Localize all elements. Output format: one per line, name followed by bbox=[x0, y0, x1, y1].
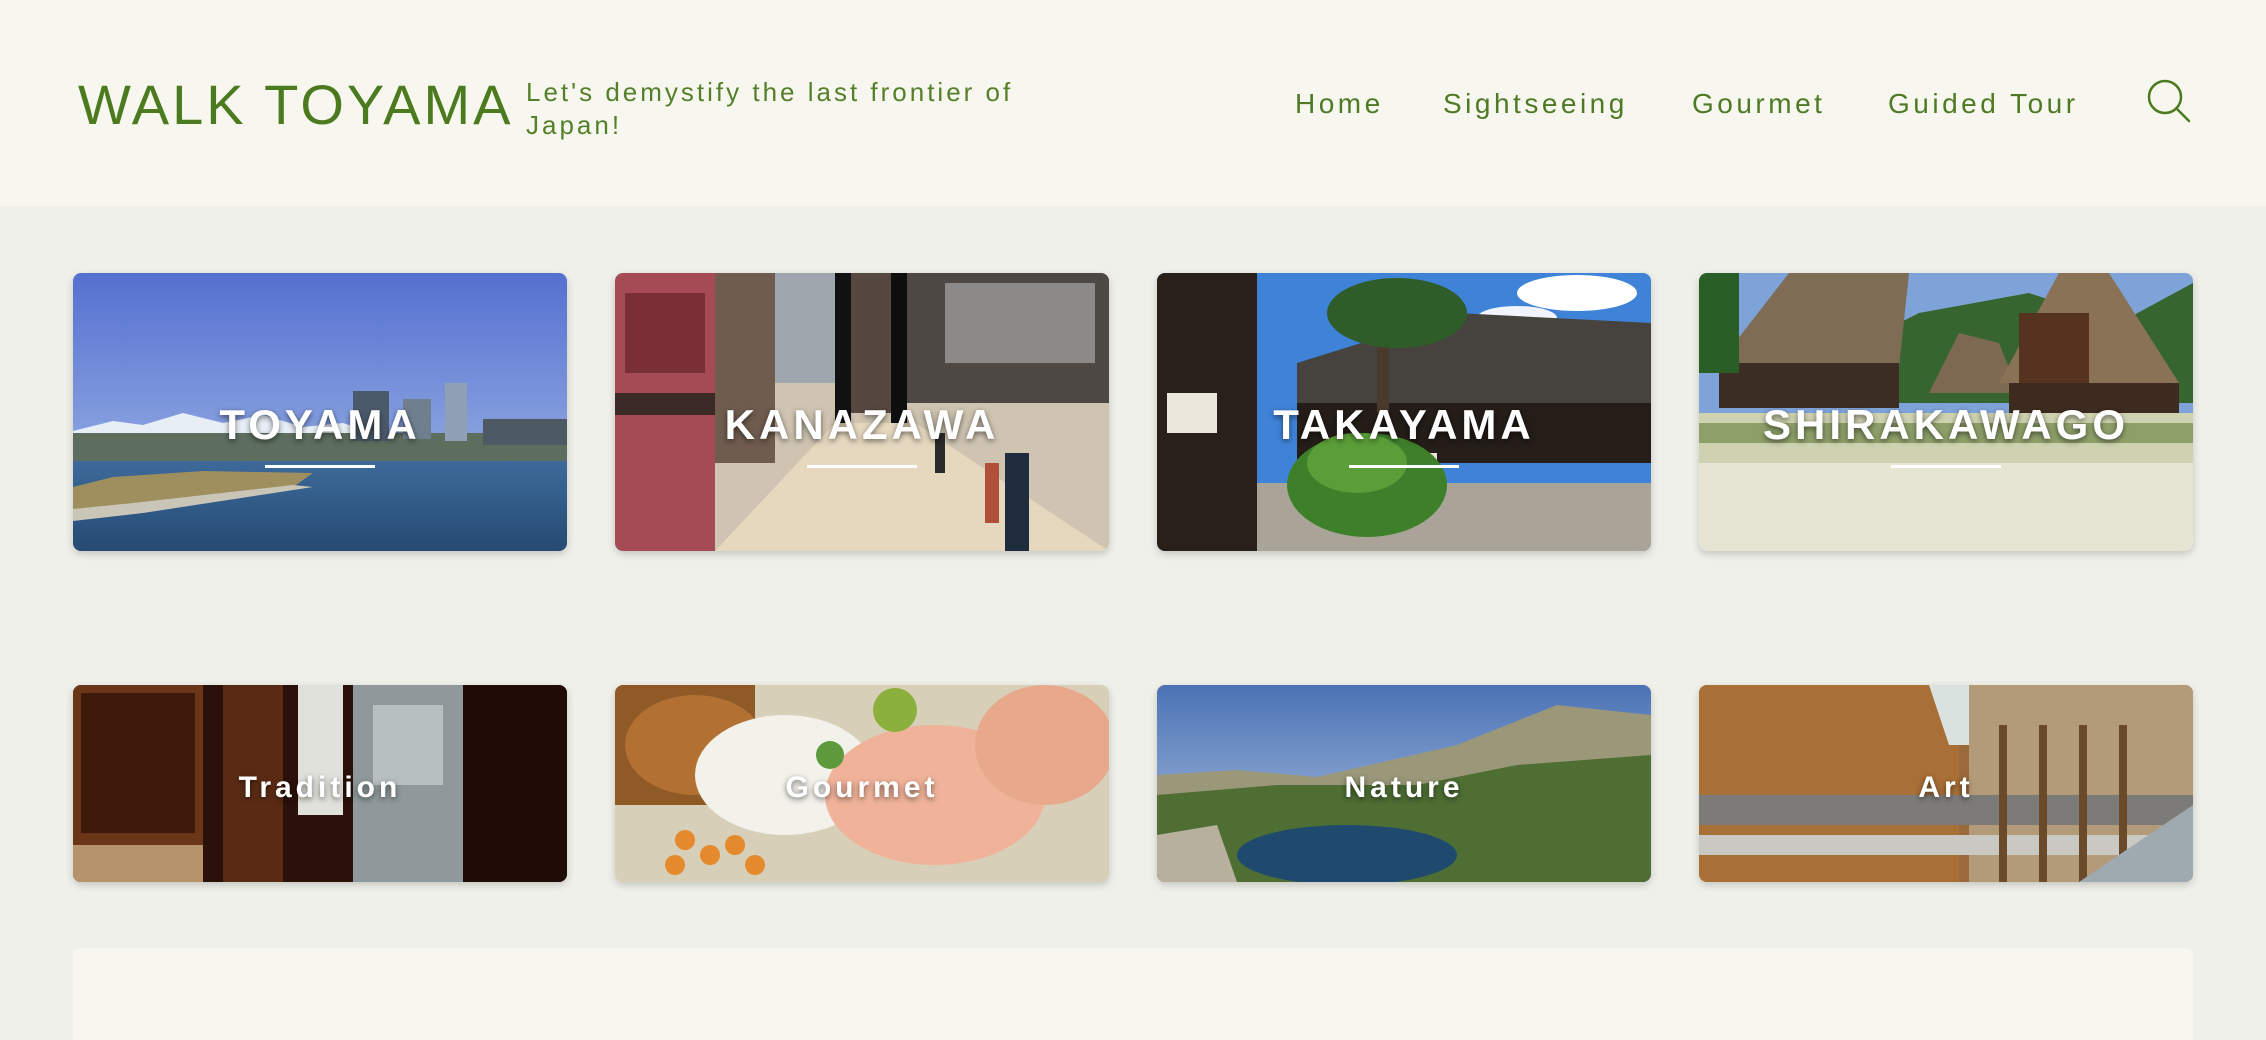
destination-card-toyama[interactable]: TOYAMA bbox=[73, 273, 567, 551]
search-icon bbox=[2147, 79, 2191, 123]
nav-home[interactable]: Home bbox=[1295, 88, 1384, 120]
theme-card-gourmet[interactable]: Gourmet bbox=[615, 685, 1109, 882]
nav-guided-tour[interactable]: Guided Tour bbox=[1888, 88, 2079, 120]
theme-card-art[interactable]: Art bbox=[1699, 685, 2193, 882]
destination-card-kanazawa[interactable]: KANAZAWA bbox=[615, 273, 1109, 551]
label-underline bbox=[1349, 465, 1459, 468]
nav-sightseeing[interactable]: Sightseeing bbox=[1443, 88, 1628, 120]
site-header: WALK TOYAMA Let's demystify the last fro… bbox=[0, 0, 2266, 206]
search-button[interactable] bbox=[2146, 78, 2192, 124]
theme-card-tradition[interactable]: Tradition bbox=[73, 685, 567, 882]
label-underline bbox=[807, 465, 917, 468]
content-panel bbox=[73, 948, 2193, 1040]
site-tagline: Let's demystify the last frontier of Jap… bbox=[526, 77, 1014, 140]
theme-label: Art bbox=[1918, 771, 1974, 804]
theme-label: Tradition bbox=[238, 771, 402, 804]
theme-label: Nature bbox=[1344, 771, 1464, 804]
label-underline bbox=[1891, 465, 2001, 468]
theme-card-nature[interactable]: Nature bbox=[1157, 685, 1651, 882]
label-underline bbox=[265, 465, 375, 468]
theme-label: Gourmet bbox=[785, 771, 939, 804]
site-title[interactable]: WALK TOYAMA bbox=[78, 72, 513, 137]
destination-label: TOYAMA bbox=[219, 401, 421, 448]
destination-label: TAKAYAMA bbox=[1273, 401, 1535, 448]
destination-label: KANAZAWA bbox=[724, 401, 1000, 448]
destination-card-shirakawago[interactable]: SHIRAKAWAGO bbox=[1699, 273, 2193, 551]
destination-card-takayama[interactable]: TAKAYAMA bbox=[1157, 273, 1651, 551]
destination-label: SHIRAKAWAGO bbox=[1762, 401, 2129, 448]
nav-gourmet[interactable]: Gourmet bbox=[1692, 88, 1825, 120]
